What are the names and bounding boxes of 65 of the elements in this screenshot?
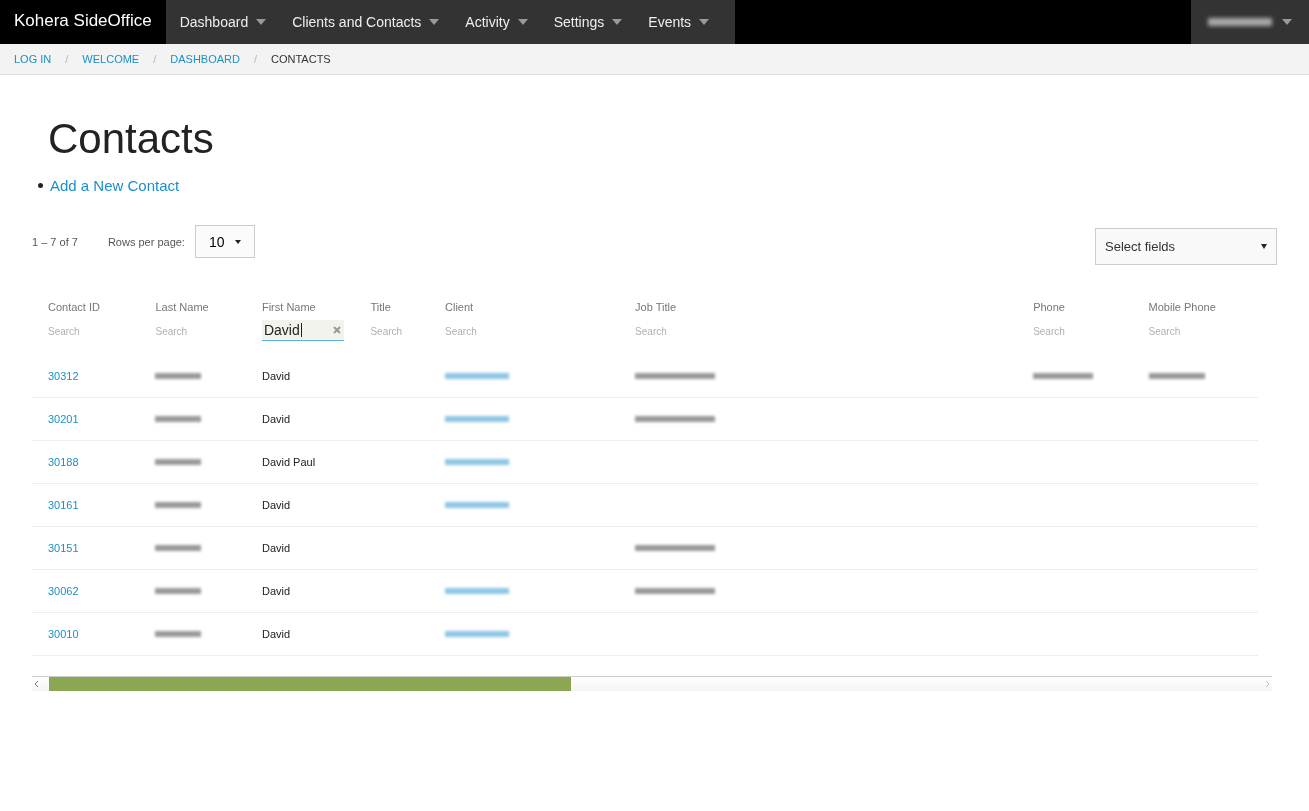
caret-icon <box>1282 19 1292 25</box>
table-cell: David <box>261 542 291 554</box>
table-cell: David <box>261 499 291 511</box>
caret-icon <box>234 239 241 244</box>
bullet-icon <box>38 183 43 188</box>
contact-id-link[interactable]: 30010 <box>48 628 79 640</box>
caret-icon <box>1261 244 1267 249</box>
column-header[interactable]: Client <box>445 301 636 313</box>
table-cell: David <box>261 628 291 640</box>
column-header[interactable]: First Name <box>261 301 371 313</box>
blurred-text <box>1033 373 1094 379</box>
add-contact-link[interactable]: Add a New Contact <box>50 177 180 194</box>
caret-icon <box>429 19 440 25</box>
contact-id-link[interactable]: 30188 <box>48 456 79 468</box>
breadcrumb-link[interactable]: LOG IN <box>14 53 52 65</box>
rows-per-page-select[interactable]: 10 <box>194 225 255 258</box>
blurred-link[interactable] <box>445 631 510 637</box>
blurred-text <box>155 416 202 422</box>
select-fields-dropdown[interactable]: Select fields <box>1095 228 1277 265</box>
blurred-text <box>155 545 202 551</box>
contact-id-link[interactable]: 30151 <box>48 542 79 554</box>
caret-icon <box>699 19 710 25</box>
column-header[interactable]: Job Title <box>635 301 1034 313</box>
contact-id-link[interactable]: 30161 <box>48 499 79 511</box>
column-header[interactable]: Contact ID <box>48 301 156 313</box>
rows-per-page-label: Rows per page: <box>107 235 185 248</box>
table-cell: David Paul <box>261 456 316 468</box>
contact-id-link[interactable]: 30312 <box>48 370 79 382</box>
blurred-link[interactable] <box>445 459 510 465</box>
blurred-text <box>155 588 202 594</box>
scroll-thumb[interactable] <box>49 677 571 691</box>
caret-icon <box>517 19 528 25</box>
clear-icon[interactable] <box>332 326 341 334</box>
blurred-link[interactable] <box>445 502 510 508</box>
blurred-text <box>155 459 202 465</box>
column-header[interactable]: Title <box>370 301 446 313</box>
contact-id-link[interactable]: 30201 <box>48 413 79 425</box>
page-range: 1 – 7 of 7 <box>32 235 78 248</box>
blurred-text <box>1148 373 1205 379</box>
blurred-text <box>155 631 202 637</box>
blurred-link[interactable] <box>445 416 510 422</box>
table-cell: David <box>261 370 291 382</box>
blurred-link[interactable] <box>445 373 510 379</box>
brand-name[interactable]: Kohera SideOffice <box>0 0 166 44</box>
column-header[interactable]: Phone <box>1033 301 1149 313</box>
column-header[interactable]: Last Name <box>155 301 262 313</box>
caret-icon <box>612 19 623 25</box>
blurred-text <box>155 373 202 379</box>
breadcrumb-link[interactable]: DASHBOARD <box>170 53 240 65</box>
horizontal-scrollbar[interactable] <box>32 676 1272 691</box>
filter-field[interactable]: David <box>261 320 344 341</box>
breadcrumb-separator: / <box>65 53 69 65</box>
page-title: Contacts <box>48 115 215 163</box>
breadcrumb-separator: / <box>253 53 257 65</box>
table-cell: David <box>261 585 291 597</box>
table-cell: David <box>261 413 291 425</box>
blurred-link[interactable] <box>445 588 510 594</box>
breadcrumb-link[interactable]: WELCOME <box>82 53 140 65</box>
contact-id-link[interactable]: 30062 <box>48 585 79 597</box>
user-menu[interactable] <box>1191 0 1309 44</box>
blurred-text <box>155 502 202 508</box>
caret-icon <box>256 19 267 25</box>
breadcrumb-separator: / <box>153 53 157 65</box>
column-header[interactable]: Mobile Phone <box>1148 301 1258 313</box>
breadcrumb-current: CONTACTS <box>271 53 331 65</box>
